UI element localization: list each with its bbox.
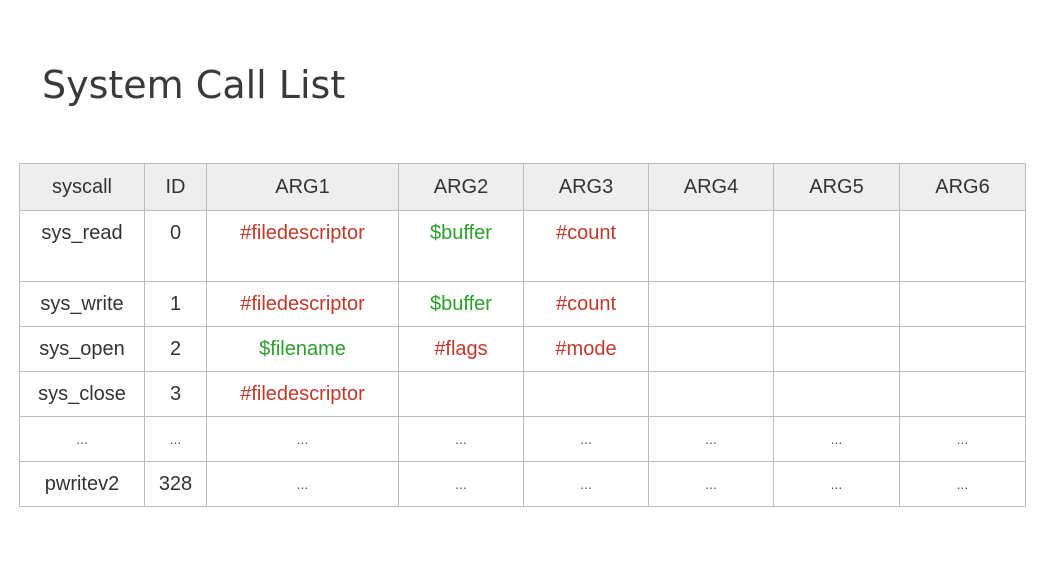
- syscall-id-cell: 328: [144, 461, 207, 507]
- arg1-cell: ...: [206, 416, 399, 462]
- arg6-cell: [899, 371, 1026, 417]
- arg3-cell: #count: [523, 210, 649, 282]
- arg2-cell: [398, 371, 524, 417]
- syscall-name-cell: sys_open: [19, 326, 145, 372]
- column-header-syscall: syscall: [19, 163, 145, 211]
- arg3-cell: #mode: [523, 326, 649, 372]
- arg5-cell: [773, 210, 900, 282]
- syscall-id-cell: 2: [144, 326, 207, 372]
- arg4-cell: [648, 326, 774, 372]
- column-header-arg3: ARG3: [523, 163, 649, 211]
- column-header-arg2: ARG2: [398, 163, 524, 211]
- syscall-id-cell: 0: [144, 210, 207, 282]
- arg6-cell: ...: [899, 461, 1026, 507]
- arg4-cell: ...: [648, 461, 774, 507]
- arg2-cell: $buffer: [398, 281, 524, 327]
- table-row: sys_close 3 #filedescriptor: [19, 371, 1026, 417]
- arg1-cell: #filedescriptor: [206, 281, 399, 327]
- table-row: sys_read 0 #filedescriptor $buffer #coun…: [19, 210, 1026, 282]
- arg6-cell: ...: [899, 416, 1026, 462]
- syscall-id-cell: 3: [144, 371, 207, 417]
- arg3-cell: ...: [523, 416, 649, 462]
- arg1-cell: #filedescriptor: [206, 371, 399, 417]
- table-row: pwritev2 328 ... ... ... ... ... ...: [19, 461, 1026, 507]
- syscall-id-cell: ...: [144, 416, 207, 462]
- arg5-cell: [773, 371, 900, 417]
- column-header-arg1: ARG1: [206, 163, 399, 211]
- column-header-id: ID: [144, 163, 207, 211]
- column-header-arg4: ARG4: [648, 163, 774, 211]
- syscall-name-cell: ...: [19, 416, 145, 462]
- arg5-cell: ...: [773, 461, 900, 507]
- table-row-ellipsis: ... ... ... ... ... ... ... ...: [19, 416, 1026, 462]
- arg5-cell: [773, 326, 900, 372]
- arg4-cell: [648, 210, 774, 282]
- arg3-cell: ...: [523, 461, 649, 507]
- page-title: System Call List: [42, 63, 346, 107]
- syscall-name-cell: sys_read: [19, 210, 145, 282]
- syscall-table: syscall ID ARG1 ARG2 ARG3 ARG4 ARG5 ARG6…: [19, 163, 1026, 507]
- arg1-cell: $filename: [206, 326, 399, 372]
- arg4-cell: [648, 371, 774, 417]
- table-header-row: syscall ID ARG1 ARG2 ARG3 ARG4 ARG5 ARG6: [19, 163, 1026, 211]
- table-row: sys_write 1 #filedescriptor $buffer #cou…: [19, 281, 1026, 327]
- syscall-name-cell: sys_write: [19, 281, 145, 327]
- arg1-cell: #filedescriptor: [206, 210, 399, 282]
- arg2-cell: #flags: [398, 326, 524, 372]
- arg6-cell: [899, 281, 1026, 327]
- arg2-cell: ...: [398, 461, 524, 507]
- arg4-cell: ...: [648, 416, 774, 462]
- syscall-name-cell: pwritev2: [19, 461, 145, 507]
- column-header-arg5: ARG5: [773, 163, 900, 211]
- arg5-cell: ...: [773, 416, 900, 462]
- arg4-cell: [648, 281, 774, 327]
- arg3-cell: [523, 371, 649, 417]
- arg6-cell: [899, 210, 1026, 282]
- column-header-arg6: ARG6: [899, 163, 1026, 211]
- arg3-cell: #count: [523, 281, 649, 327]
- arg1-cell: ...: [206, 461, 399, 507]
- arg5-cell: [773, 281, 900, 327]
- table-row: sys_open 2 $filename #flags #mode: [19, 326, 1026, 372]
- arg2-cell: ...: [398, 416, 524, 462]
- arg6-cell: [899, 326, 1026, 372]
- syscall-name-cell: sys_close: [19, 371, 145, 417]
- syscall-id-cell: 1: [144, 281, 207, 327]
- arg2-cell: $buffer: [398, 210, 524, 282]
